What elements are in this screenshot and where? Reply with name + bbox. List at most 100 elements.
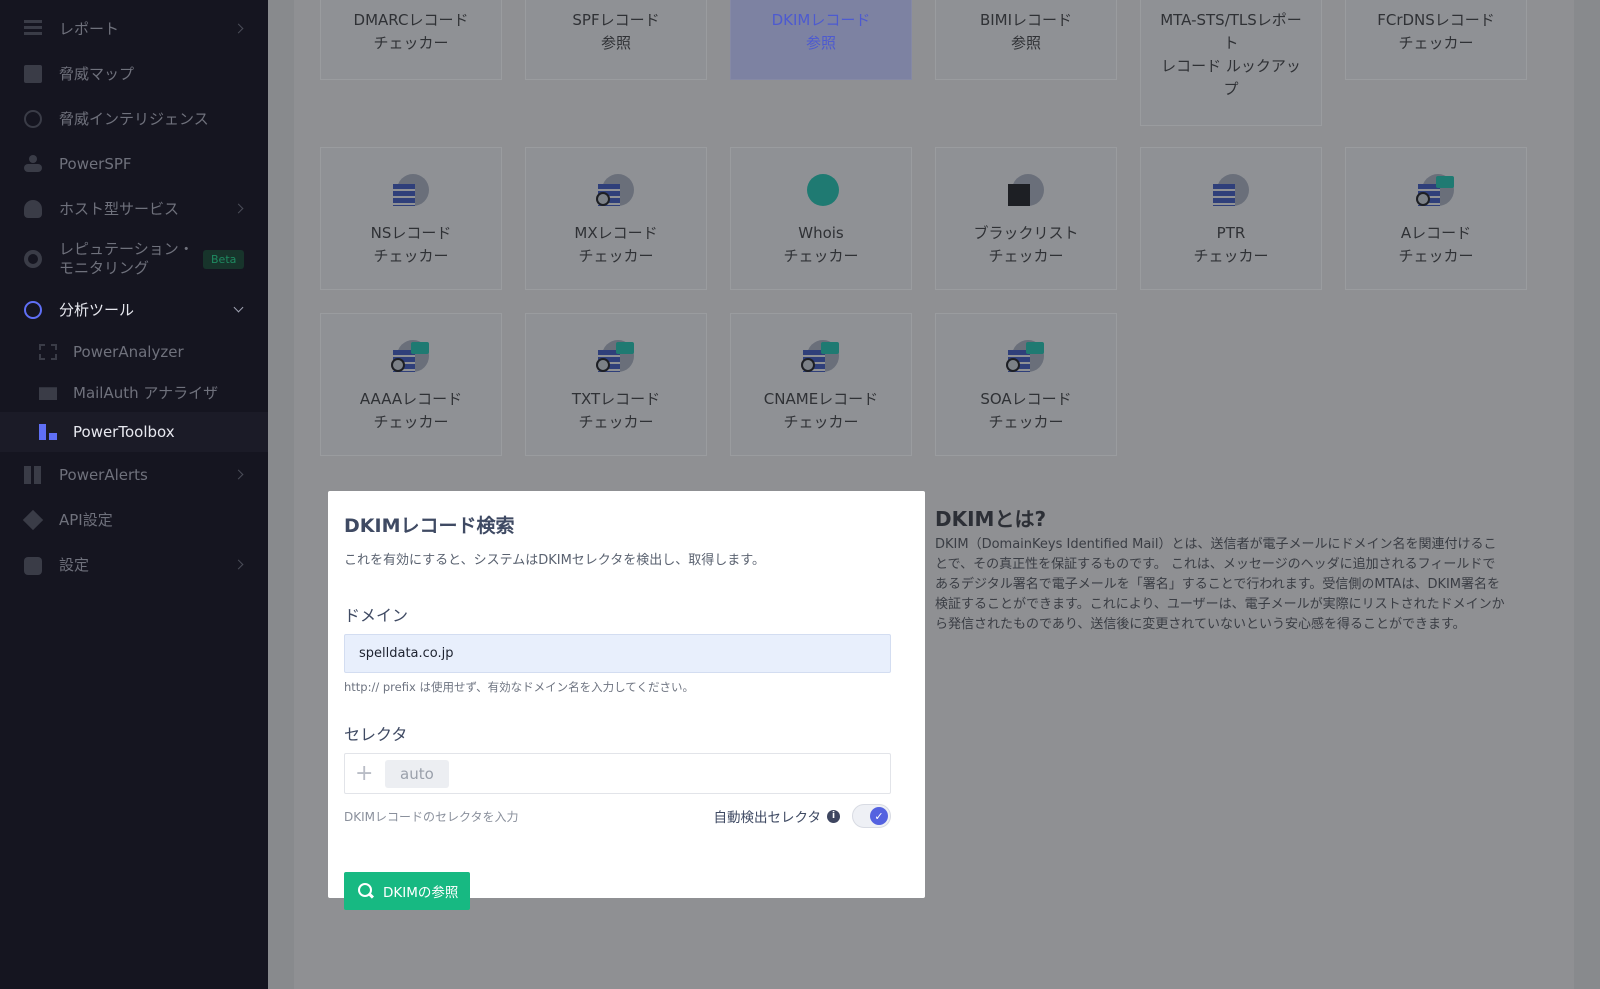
card-description: これを有効にすると、システムはDKIMセレクタを検出し、取得します。 bbox=[344, 553, 765, 568]
check-icon: ✓ bbox=[870, 807, 888, 825]
dkim-lookup-card: DKIMレコード検索 これを有効にすると、システムはDKIMセレクタを検出し、取… bbox=[328, 491, 925, 910]
chevron-right-icon bbox=[233, 203, 244, 213]
tool-sublabel: チェッカー bbox=[373, 34, 449, 52]
card-title: DKIMレコード検索 bbox=[344, 515, 515, 537]
settings-icon bbox=[24, 557, 42, 575]
tool-dmarc-checker[interactable]: DMARCレコード チェッカー bbox=[320, 0, 502, 80]
tool-sublabel: チェッカー bbox=[783, 247, 859, 265]
ns-icon bbox=[391, 172, 431, 212]
domain-hint: http:// prefix は使用せず、有効なドメイン名を入力してください。 bbox=[344, 680, 694, 694]
sidebar-item-hosted-services[interactable]: ホスト型サービス bbox=[0, 186, 268, 231]
sidebar-subitem-poweranalyzer[interactable]: PowerAnalyzer bbox=[0, 332, 268, 372]
tool-label: ブラックリスト bbox=[973, 224, 1079, 242]
chevron-right-icon bbox=[233, 23, 244, 33]
tool-sublabel: 参照 bbox=[600, 34, 631, 52]
tool-ns-checker[interactable]: NSレコード チェッカー bbox=[320, 147, 502, 290]
add-selector-icon[interactable]: + bbox=[355, 761, 381, 786]
sidebar-item-api-settings[interactable]: API設定 bbox=[0, 497, 268, 542]
toolbox-icon bbox=[39, 424, 57, 440]
report-icon bbox=[24, 19, 42, 38]
host-icon bbox=[24, 199, 42, 218]
sidebar-subitem-label: PowerAnalyzer bbox=[73, 343, 184, 361]
tool-label: AAAAレコード bbox=[359, 390, 463, 408]
sidebar-item-settings[interactable]: 設定 bbox=[0, 542, 268, 587]
tool-blacklist-checker[interactable]: ブラックリスト チェッカー bbox=[935, 147, 1117, 290]
sidebar-item-label: PowerAlerts bbox=[59, 465, 148, 484]
cname-icon bbox=[801, 338, 841, 378]
sidebar-item-poweralerts[interactable]: PowerAlerts bbox=[0, 452, 268, 497]
alerts-icon bbox=[24, 465, 42, 484]
mx-icon bbox=[596, 172, 636, 212]
sidebar-item-threat-map[interactable]: 脅威マップ bbox=[0, 51, 268, 96]
sidebar-item-powerspf[interactable]: PowerSPF bbox=[0, 141, 268, 186]
sidebar-item-label: PowerSPF bbox=[59, 154, 132, 173]
sidebar-item-reports[interactable]: レポート bbox=[0, 6, 268, 51]
tool-label: CNAMEレコード bbox=[763, 390, 879, 408]
tool-aaaa-checker[interactable]: AAAAレコード チェッカー bbox=[320, 313, 502, 456]
mail-icon bbox=[39, 387, 57, 400]
intelligence-icon bbox=[24, 109, 42, 128]
tool-label: DMARCレコード bbox=[353, 11, 469, 29]
selector-label: セレクタ bbox=[344, 725, 408, 744]
sidebar-item-threat-intelligence[interactable]: 脅威インテリジェンス bbox=[0, 96, 268, 141]
chevron-down-icon bbox=[233, 302, 244, 312]
a-record-icon bbox=[1416, 172, 1456, 212]
whois-icon bbox=[801, 172, 841, 212]
map-icon bbox=[24, 64, 42, 83]
sidebar-item-label: 脅威インテリジェンス bbox=[59, 110, 209, 128]
tool-fcrdns-checker[interactable]: FCrDNSレコード チェッカー bbox=[1345, 0, 1527, 80]
tool-label: BIMIレコード bbox=[979, 11, 1073, 29]
tool-label: TXTレコード bbox=[571, 390, 661, 408]
sidebar-item-reputation-monitoring[interactable]: レピュテーション・モニタリング Beta bbox=[0, 231, 268, 287]
tool-ptr-checker[interactable]: PTR チェッカー bbox=[1140, 147, 1322, 290]
domain-label: ドメイン bbox=[344, 606, 409, 625]
soa-icon bbox=[1006, 338, 1046, 378]
tool-label: SOAレコード bbox=[980, 390, 1072, 408]
dkim-lookup-button[interactable]: DKIMの参照 bbox=[344, 872, 470, 910]
sidebar-item-analysis-tools[interactable]: 分析ツール bbox=[0, 287, 268, 332]
tool-sublabel: チェッカー bbox=[578, 247, 654, 265]
tool-sublabel: レコード ルックアップ bbox=[1161, 57, 1301, 98]
sidebar-item-label: 設定 bbox=[59, 556, 90, 574]
tool-sublabel: チェッカー bbox=[578, 413, 654, 431]
tool-whois-checker[interactable]: Whois チェッカー bbox=[730, 147, 912, 290]
tool-label: MTA-STS/TLSレポート bbox=[1160, 11, 1302, 52]
tool-dkim-lookup[interactable]: DKIMレコード 参照 bbox=[730, 0, 912, 80]
tool-sublabel: 参照 bbox=[805, 34, 836, 52]
tool-sublabel: チェッカー bbox=[1193, 247, 1269, 265]
sidebar-item-label: API設定 bbox=[59, 511, 113, 529]
tool-label: DKIMレコード bbox=[771, 11, 871, 29]
auto-detect-label: 自動検出セレクタ bbox=[713, 810, 821, 826]
auto-detect-toggle[interactable]: ✓ bbox=[852, 804, 891, 828]
domain-input[interactable]: spelldata.co.jp bbox=[344, 634, 891, 673]
tool-label: PTR bbox=[1216, 224, 1246, 242]
tool-label: Aレコード bbox=[1400, 224, 1472, 242]
tool-mx-checker[interactable]: MXレコード チェッカー bbox=[525, 147, 707, 290]
sidebar-item-label: 脅威マップ bbox=[59, 65, 135, 83]
selector-hint: DKIMレコードのセレクタを入力 bbox=[344, 809, 519, 824]
sidebar-item-label: レポート bbox=[59, 20, 120, 38]
tool-mta-sts-lookup[interactable]: MTA-STS/TLSレポート レコード ルックアップ bbox=[1140, 0, 1322, 126]
selector-input[interactable]: + auto bbox=[344, 753, 891, 794]
sidebar-subitem-mailauth[interactable]: MailAuth アナライザ bbox=[0, 372, 268, 412]
tool-sublabel: 参照 bbox=[1010, 34, 1041, 52]
analysis-icon bbox=[24, 300, 42, 319]
tool-txt-checker[interactable]: TXTレコード チェッカー bbox=[525, 313, 707, 456]
txt-icon bbox=[596, 338, 636, 378]
tool-sublabel: チェッカー bbox=[1398, 34, 1474, 52]
sidebar-subitem-label: PowerToolbox bbox=[73, 423, 175, 441]
selector-chip[interactable]: auto bbox=[385, 759, 449, 788]
tool-label: Whois bbox=[798, 224, 844, 242]
tool-sublabel: チェッカー bbox=[783, 413, 859, 431]
info-icon[interactable]: i bbox=[827, 809, 840, 823]
tool-cname-checker[interactable]: CNAMEレコード チェッカー bbox=[730, 313, 912, 456]
tool-a-record-checker[interactable]: Aレコード チェッカー bbox=[1345, 147, 1527, 290]
tool-soa-checker[interactable]: SOAレコード チェッカー bbox=[935, 313, 1117, 456]
tool-bimi-lookup[interactable]: BIMIレコード 参照 bbox=[935, 0, 1117, 80]
tool-spf-lookup[interactable]: SPFレコード 参照 bbox=[525, 0, 707, 80]
info-title: DKIMとは? bbox=[935, 507, 1047, 531]
sidebar-item-label: 分析ツール bbox=[59, 301, 135, 319]
sidebar-subitem-powertoolbox[interactable]: PowerToolbox bbox=[0, 412, 268, 452]
blacklist-icon bbox=[1006, 172, 1046, 212]
dkim-lookup-button-label: DKIMの参照 bbox=[383, 885, 459, 901]
